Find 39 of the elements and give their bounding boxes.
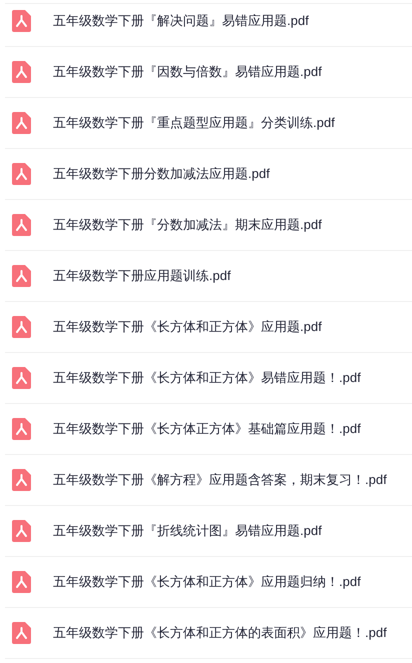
file-row[interactable]: 五年级数学下册『折线统计图』易错应用题.pdf — [5, 506, 412, 557]
file-name: 五年级数学下册『折线统计图』易错应用题.pdf — [53, 522, 322, 540]
file-row[interactable]: 五年级数学下册《解方程》应用题含答案，期末复习！.pdf — [5, 455, 412, 506]
pdf-file-icon — [12, 10, 31, 32]
file-name: 五年级数学下册《长方体和正方体》易错应用题！.pdf — [53, 369, 361, 388]
file-name: 五年级数学下册『重点题型应用题』分类训练.pdf — [53, 114, 335, 132]
pdf-file-icon — [12, 469, 31, 491]
file-name: 五年级数学下册『分数加减法』期末应用题.pdf — [53, 216, 322, 234]
file-name: 五年级数学下册《解方程》应用题含答案，期末复习！.pdf — [53, 471, 387, 490]
file-row[interactable]: 五年级数学下册『分数加减法』期末应用题.pdf — [5, 200, 412, 251]
pdf-file-icon — [12, 418, 31, 440]
file-name: 五年级数学下册《长方体正方体》基础篇应用题！.pdf — [53, 420, 361, 438]
file-row[interactable]: 五年级数学下册『因数与倍数』易错应用题.pdf — [5, 47, 412, 98]
file-row[interactable]: 五年级数学下册《长方体和正方体》应用题归纳！.pdf — [5, 557, 412, 608]
file-row[interactable]: 五年级数学下册分数加减法应用题.pdf — [5, 149, 412, 200]
pdf-file-icon — [12, 622, 31, 644]
pdf-file-icon — [12, 112, 31, 134]
pdf-file-icon — [12, 265, 31, 287]
file-name: 五年级数学下册《长方体和正方体的表面积》应用题！.pdf — [53, 624, 387, 642]
pdf-file-icon — [12, 316, 31, 338]
pdf-file-icon — [12, 214, 31, 236]
file-row[interactable]: 五年级数学下册应用题训练.pdf — [5, 251, 412, 302]
pdf-file-icon — [12, 520, 31, 542]
file-name: 五年级数学下册『因数与倍数』易错应用题.pdf — [53, 63, 322, 82]
file-row[interactable]: 五年级数学下册『解决问题』易错应用题.pdf — [5, 4, 412, 47]
file-row[interactable]: 五年级数学下册『重点题型应用题』分类训练.pdf — [5, 98, 412, 149]
file-row[interactable]: 五年级数学下册《长方体和正方体的表面积》应用题！.pdf — [5, 608, 412, 659]
file-name: 五年级数学下册《长方体和正方体》应用题归纳！.pdf — [53, 573, 361, 592]
file-row[interactable]: 五年级数学下册《长方体正方体》基础篇应用题！.pdf — [5, 404, 412, 455]
file-name: 五年级数学下册应用题训练.pdf — [53, 267, 231, 286]
pdf-file-icon — [12, 61, 31, 83]
pdf-file-icon — [12, 163, 31, 185]
file-name: 五年级数学下册『解决问题』易错应用题.pdf — [53, 12, 309, 30]
pdf-file-icon — [12, 367, 31, 389]
file-name: 五年级数学下册分数加减法应用题.pdf — [53, 165, 270, 184]
file-row[interactable]: 五年级数学下册《长方体和正方体》易错应用题！.pdf — [5, 353, 412, 404]
file-name: 五年级数学下册《长方体和正方体》应用题.pdf — [53, 318, 322, 336]
file-row[interactable]: 五年级数学下册《长方体和正方体》应用题.pdf — [5, 302, 412, 353]
pdf-file-icon — [12, 571, 31, 593]
